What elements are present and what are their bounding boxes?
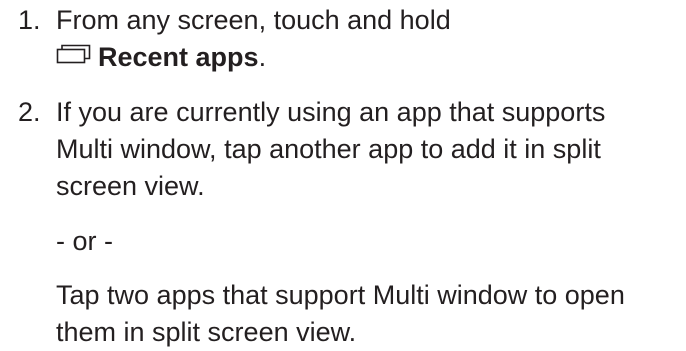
instruction-steps: 1. From any screen, touch and hold Recen… bbox=[18, 2, 678, 351]
recent-apps-icon bbox=[56, 37, 92, 74]
step-2-line: screen view. bbox=[56, 171, 205, 202]
step-number: 1. bbox=[18, 5, 41, 35]
or-separator: - or - bbox=[56, 226, 113, 257]
step-1-action: Recent apps. bbox=[56, 39, 678, 77]
step-2-line: Multi window, tap another app to add it … bbox=[56, 134, 601, 165]
step-1-text: From any screen, touch and hold bbox=[56, 5, 451, 35]
recent-apps-label: Recent apps bbox=[98, 42, 259, 72]
step-2-alternative: Tap two apps that support Multi window t… bbox=[56, 277, 678, 351]
step-1: 1. From any screen, touch and hold Recen… bbox=[18, 2, 678, 77]
step-2-alt-line: Tap two apps that support Multi window t… bbox=[56, 280, 625, 311]
step-2-alt-line: them in split screen view. bbox=[56, 317, 357, 348]
step-number: 2. bbox=[18, 97, 41, 128]
step-1-period: . bbox=[258, 42, 267, 72]
step-2-line: If you are currently using an app that s… bbox=[56, 97, 606, 128]
step-2: 2. If you are currently using an app tha… bbox=[18, 94, 678, 351]
